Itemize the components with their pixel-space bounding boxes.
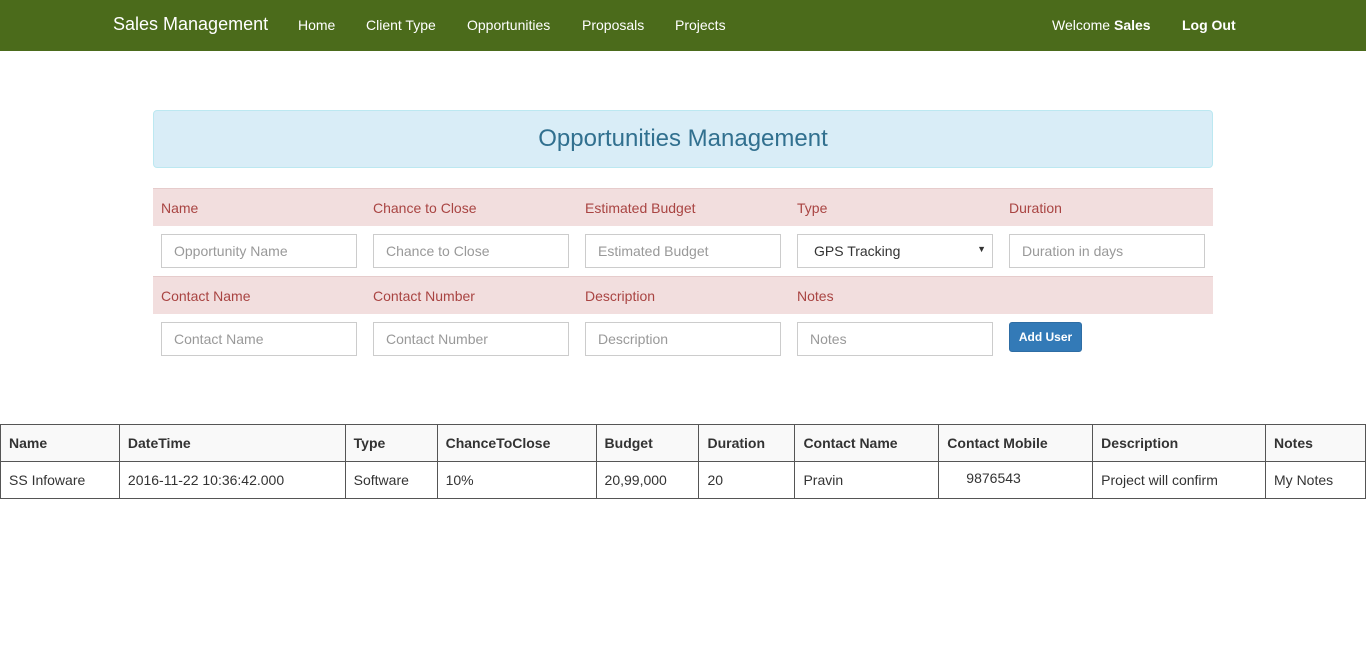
page-title-panel: Opportunities Management: [153, 110, 1213, 168]
column-header: Contact Mobile: [938, 424, 1094, 462]
label-name: Name: [161, 200, 199, 216]
cell-notes: My Notes: [1265, 461, 1366, 499]
cell-budget: 20,99,000: [595, 461, 700, 499]
table-row: SS Infoware 2016-11-22 10:36:42.000 Soft…: [0, 461, 1366, 499]
logout-link[interactable]: Log Out: [1182, 17, 1236, 33]
nav-link-projects[interactable]: Projects: [675, 17, 726, 33]
nav-link-home[interactable]: Home: [298, 17, 335, 33]
cell-name: SS Infoware: [0, 461, 120, 499]
contact-number-input[interactable]: [373, 322, 569, 356]
label-contact-number: Contact Number: [373, 288, 475, 304]
welcome-prefix: Welcome: [1052, 17, 1111, 33]
label-notes: Notes: [797, 288, 834, 304]
top-navbar: Sales Management Home Client Type Opport…: [0, 0, 1366, 51]
caret-down-icon: ▼: [977, 244, 986, 254]
welcome-text: Welcome Sales: [1052, 17, 1151, 33]
column-header: Contact Name: [794, 424, 940, 462]
column-header: Notes: [1265, 424, 1366, 462]
cell-datetime: 2016-11-22 10:36:42.000: [118, 461, 346, 499]
cell-description: Project will confirm: [1092, 461, 1267, 499]
column-header: Type: [344, 424, 438, 462]
description-input[interactable]: [585, 322, 781, 356]
form-label-row-1: Name Chance to Close Estimated Budget Ty…: [153, 188, 1213, 226]
label-duration: Duration: [1009, 200, 1062, 216]
form-label-row-2: Contact Name Contact Number Description …: [153, 276, 1213, 314]
type-select[interactable]: GPS Tracking ▼: [797, 234, 993, 268]
cell-chance: 10%: [436, 461, 597, 499]
label-type: Type: [797, 200, 828, 216]
nav-link-opportunities[interactable]: Opportunities: [467, 17, 550, 33]
chance-to-close-input[interactable]: [373, 234, 569, 268]
cell-contact-name: Pravin: [794, 461, 940, 499]
column-header: ChanceToClose: [436, 424, 597, 462]
label-chance-to-close: Chance to Close: [373, 200, 477, 216]
column-header: Budget: [595, 424, 700, 462]
welcome-user: Sales: [1113, 17, 1151, 33]
nav-link-client-type[interactable]: Client Type: [366, 17, 436, 33]
opportunity-name-input[interactable]: [161, 234, 357, 268]
column-header: DateTime: [118, 424, 346, 462]
cell-type: Software: [344, 461, 438, 499]
duration-input[interactable]: [1009, 234, 1205, 268]
label-description: Description: [585, 288, 656, 304]
opportunities-table: Name DateTime Type ChanceToClose Budget …: [0, 424, 1366, 499]
column-header: Description: [1092, 424, 1267, 462]
table-header-row: Name DateTime Type ChanceToClose Budget …: [0, 424, 1366, 462]
add-user-button[interactable]: Add User: [1009, 322, 1082, 352]
cell-duration: 20: [698, 461, 796, 499]
label-contact-name: Contact Name: [161, 288, 251, 304]
column-header: Name: [0, 424, 120, 462]
estimated-budget-input[interactable]: [585, 234, 781, 268]
contact-name-input[interactable]: [161, 322, 357, 356]
page-title: Opportunities Management: [538, 125, 828, 152]
column-header: Duration: [698, 424, 796, 462]
cell-contact-mobile: 9876543: [938, 461, 1094, 499]
label-estimated-budget: Estimated Budget: [585, 200, 696, 216]
brand-link[interactable]: Sales Management: [113, 14, 268, 35]
nav-link-proposals[interactable]: Proposals: [582, 17, 644, 33]
type-select-value: GPS Tracking: [814, 243, 901, 259]
notes-input[interactable]: [797, 322, 993, 356]
